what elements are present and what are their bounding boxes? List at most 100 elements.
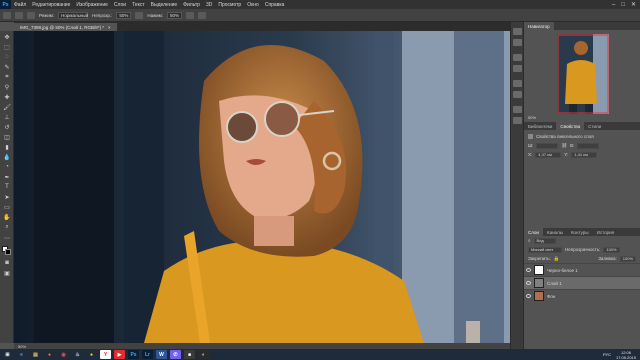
document-tab[interactable]: IMG_7398.jpg @ 50% (Слой 1, RGB/8*) * × bbox=[14, 23, 117, 31]
width-field[interactable] bbox=[536, 142, 559, 149]
layer-fill-field[interactable]: 100% bbox=[619, 255, 636, 262]
marquee-tool-icon[interactable]: ⬚ bbox=[3, 43, 11, 51]
taskbar-app-icon[interactable]: Ps bbox=[128, 350, 139, 359]
lock-icon[interactable]: 🔒 bbox=[554, 256, 560, 262]
navigator-thumbnail[interactable] bbox=[557, 34, 609, 114]
layer-opacity-field[interactable]: 100% bbox=[603, 246, 620, 253]
menu-layers[interactable]: Слои bbox=[111, 2, 129, 8]
taskbar-app-icon[interactable]: ◐ bbox=[198, 350, 209, 359]
history-brush-tool-icon[interactable]: ↺ bbox=[3, 123, 11, 131]
taskbar-app-icon[interactable]: ● bbox=[44, 350, 55, 359]
opacity-field[interactable]: 50% bbox=[116, 11, 132, 19]
brush-tool-icon[interactable]: 🖌 bbox=[3, 103, 11, 111]
taskbar-app-icon[interactable]: e bbox=[16, 350, 27, 359]
visibility-eye-icon[interactable] bbox=[526, 281, 531, 285]
history-panel-icon[interactable] bbox=[513, 28, 522, 35]
gradient-tool-icon[interactable]: ▮ bbox=[3, 143, 11, 151]
tab-paths[interactable]: Контуры bbox=[567, 228, 593, 236]
zoom-tool-icon[interactable]: ⌕ bbox=[3, 223, 11, 231]
menu-view[interactable]: Просмотр bbox=[215, 2, 244, 8]
taskbar-app-icon[interactable]: ◉ bbox=[58, 350, 69, 359]
taskbar-app-icon[interactable]: Y bbox=[100, 350, 111, 359]
blur-tool-icon[interactable]: 💧 bbox=[3, 153, 11, 161]
background-color-swatch[interactable] bbox=[5, 249, 11, 255]
adjustments-panel-icon[interactable] bbox=[513, 80, 522, 87]
move-tool-icon[interactable]: ✥ bbox=[3, 33, 11, 41]
layer-row[interactable]: Слой 1 bbox=[524, 276, 640, 289]
paragraph-panel-icon[interactable] bbox=[513, 106, 522, 113]
taskbar-app-icon[interactable]: Lr bbox=[142, 350, 153, 359]
taskbar-app-icon[interactable]: ● bbox=[86, 350, 97, 359]
clone-stamp-tool-icon[interactable]: ⊥ bbox=[3, 113, 11, 121]
tab-libraries[interactable]: Библиотеки bbox=[524, 122, 556, 130]
navigator-zoom[interactable]: 50% bbox=[528, 115, 536, 120]
type-tool-icon[interactable]: T bbox=[3, 183, 11, 191]
screen-mode-icon[interactable]: ▣ bbox=[3, 269, 11, 277]
document-canvas[interactable] bbox=[14, 31, 510, 343]
tool-preset-icon[interactable] bbox=[3, 11, 11, 19]
visibility-eye-icon[interactable] bbox=[526, 268, 531, 272]
character-panel-icon[interactable] bbox=[513, 117, 522, 124]
taskbar-app-icon[interactable]: ♨ bbox=[72, 350, 83, 359]
pressure-opacity-icon[interactable] bbox=[135, 11, 144, 19]
layer-row[interactable]: Черно-белое 1 bbox=[524, 263, 640, 276]
brush-panel-icon[interactable] bbox=[27, 11, 35, 19]
quick-select-tool-icon[interactable]: ✎ bbox=[3, 63, 11, 71]
status-zoom[interactable]: 50% bbox=[18, 344, 26, 349]
menu-image[interactable]: Изображение bbox=[73, 2, 111, 8]
taskbar-app-icon[interactable]: ▶ bbox=[114, 350, 125, 359]
taskbar-app-icon[interactable]: ⊞ bbox=[2, 350, 13, 359]
lasso-tool-icon[interactable]: ◌ bbox=[3, 53, 11, 61]
menu-3d[interactable]: 3D bbox=[203, 2, 215, 8]
clock[interactable]: 12:06 17.05.2019 bbox=[616, 350, 636, 360]
actions-panel-icon[interactable] bbox=[513, 39, 522, 46]
layer-row[interactable]: Фон bbox=[524, 289, 640, 302]
tab-channels[interactable]: Каналы bbox=[543, 228, 567, 236]
brush-size-icon[interactable] bbox=[15, 11, 23, 19]
menu-window[interactable]: Окно bbox=[244, 2, 262, 8]
height-field[interactable] bbox=[577, 142, 600, 149]
swatches-panel-icon[interactable] bbox=[513, 65, 522, 72]
brushes-panel-icon[interactable] bbox=[513, 91, 522, 98]
blend-mode-select[interactable]: Мягкий свет bbox=[528, 246, 562, 253]
tab-properties[interactable]: Свойства bbox=[556, 122, 585, 130]
airbrush-icon[interactable] bbox=[186, 11, 194, 19]
layer-filter-select[interactable]: Вид bbox=[533, 237, 556, 244]
x-field[interactable]: 4,37 см bbox=[535, 151, 562, 158]
flow-field[interactable]: 50% bbox=[166, 11, 182, 19]
maximize-button[interactable]: □ bbox=[621, 2, 625, 8]
minimize-button[interactable]: ‒ bbox=[612, 2, 615, 8]
language-indicator[interactable]: РУС bbox=[603, 352, 611, 357]
healing-tool-icon[interactable]: ✚ bbox=[3, 93, 11, 101]
tab-close-icon[interactable]: × bbox=[108, 25, 111, 30]
taskbar-app-icon[interactable]: W bbox=[156, 350, 167, 359]
menu-filter[interactable]: Фильтр bbox=[180, 2, 203, 8]
rectangle-tool-icon[interactable]: ▭ bbox=[3, 203, 11, 211]
menu-select[interactable]: Выделение bbox=[148, 2, 181, 8]
pen-tool-icon[interactable]: ✒ bbox=[3, 173, 11, 181]
taskbar-app-icon[interactable]: ✆ bbox=[170, 350, 181, 359]
dodge-tool-icon[interactable]: ◔ bbox=[3, 163, 11, 171]
crop-tool-icon[interactable]: ⌗ bbox=[3, 73, 11, 81]
eraser-tool-icon[interactable]: ◫ bbox=[3, 133, 11, 141]
tab-history[interactable]: История bbox=[593, 228, 618, 236]
menu-text[interactable]: Текст bbox=[129, 2, 148, 8]
color-panel-icon[interactable] bbox=[513, 54, 522, 61]
link-icon[interactable]: ⛓ bbox=[561, 143, 567, 149]
tab-layers[interactable]: Слои bbox=[524, 228, 543, 236]
close-button[interactable]: ✕ bbox=[631, 1, 636, 8]
menu-edit[interactable]: Редактирование bbox=[29, 2, 73, 8]
y-field[interactable]: 1,41 см bbox=[571, 151, 598, 158]
tab-styles[interactable]: Стили bbox=[584, 122, 605, 130]
hand-tool-icon[interactable]: ✋ bbox=[3, 213, 11, 221]
taskbar-app-icon[interactable]: ▤ bbox=[30, 350, 41, 359]
pressure-size-icon[interactable] bbox=[198, 11, 206, 19]
path-select-tool-icon[interactable]: ➤ bbox=[3, 193, 11, 201]
menu-help[interactable]: Справка bbox=[262, 2, 288, 8]
menu-file[interactable]: Файл bbox=[11, 2, 29, 8]
taskbar-app-icon[interactable]: ■ bbox=[184, 350, 195, 359]
tab-navigator[interactable]: Навигатор bbox=[524, 22, 554, 30]
mode-select[interactable]: Нормальный bbox=[58, 11, 88, 19]
eyedropper-tool-icon[interactable]: ⚲ bbox=[3, 83, 11, 91]
visibility-eye-icon[interactable] bbox=[526, 294, 531, 298]
